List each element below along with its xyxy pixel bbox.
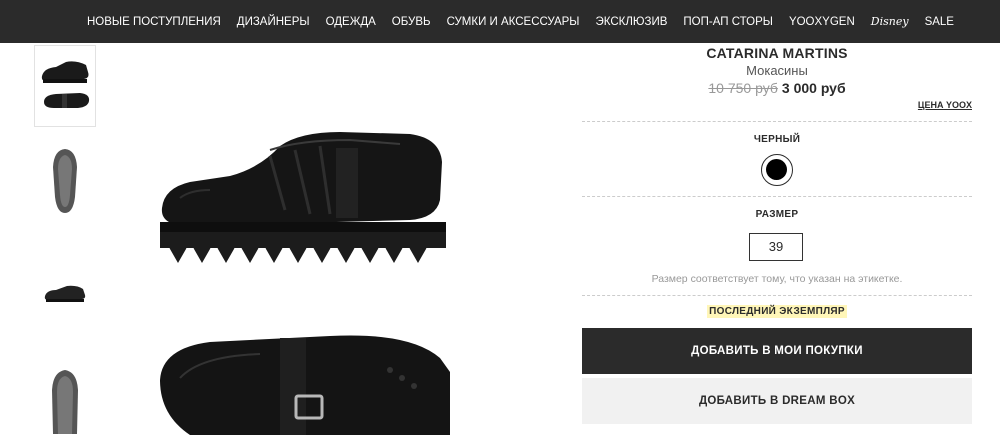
price-block: 10 750 руб 3 000 руб [582, 80, 972, 96]
stock-note-text: ПОСЛЕДНИЙ ЭКЗЕМПЛЯР [707, 305, 847, 318]
size-note: Размер соответствует тому, что указан на… [651, 273, 903, 285]
product-category: Мокасины [746, 63, 808, 78]
nav-item-popup-stores[interactable]: ПОП-АП СТОРЫ [683, 16, 773, 28]
shoe-sole-thumbnail-image [53, 149, 77, 213]
color-swatch-fill [766, 159, 787, 180]
nav-item-yooxygen[interactable]: YOOXYGEN [789, 16, 855, 28]
color-swatch-black[interactable] [761, 154, 793, 186]
nav-item-sale[interactable]: SALE [925, 16, 954, 28]
nav-item-exclusive[interactable]: ЭКСКЛЮЗИВ [596, 16, 668, 28]
product-main-image[interactable] [150, 110, 450, 435]
stock-note: ПОСЛЕДНИЙ ЭКЗЕМПЛЯР [582, 305, 972, 318]
nav-item-clothing[interactable]: ОДЕЖДА [326, 16, 376, 28]
size-selector[interactable]: 39 [749, 233, 803, 261]
thumbnail-sole-partial[interactable] [34, 361, 96, 435]
size-label: РАЗМЕР [755, 209, 799, 220]
thumbnail-side-small[interactable] [34, 268, 96, 318]
shoe-sole-partial-thumbnail-image [52, 369, 78, 434]
sale-price: 3 000 руб [781, 80, 846, 96]
shoe-side-thumbnail-image [44, 285, 86, 302]
divider [582, 121, 972, 122]
yoox-price-link[interactable]: ЦЕНА YOOX [918, 100, 972, 110]
add-to-dreambox-button[interactable]: ДОБАВИТЬ В DREAM BOX [582, 378, 972, 424]
nav-item-disney-logo[interactable]: Disney [871, 15, 909, 28]
nav-item-shoes[interactable]: ОБУВЬ [392, 16, 431, 28]
thumbnail-side-and-top[interactable] [34, 45, 96, 127]
shoe-thumbnail-image [41, 61, 90, 108]
shoe-photo [160, 132, 450, 435]
nav-item-new-arrivals[interactable]: НОВЫЕ ПОСТУПЛЕНИЯ [87, 16, 221, 28]
nav-item-designers[interactable]: ДИЗАЙНЕРЫ [237, 16, 310, 28]
old-price: 10 750 руб [708, 80, 778, 96]
nav-item-bags-accessories[interactable]: СУМКИ И АКСЕССУАРЫ [447, 16, 580, 28]
nav-menu: НОВЫЕ ПОСТУПЛЕНИЯ ДИЗАЙНЕРЫ ОДЕЖДА ОБУВЬ… [0, 0, 1000, 43]
add-to-cart-button[interactable]: ДОБАВИТЬ В МОИ ПОКУПКИ [582, 328, 972, 374]
thumbnail-sole[interactable] [34, 141, 96, 221]
top-navigation: НОВЫЕ ПОСТУПЛЕНИЯ ДИЗАЙНЕРЫ ОДЕЖДА ОБУВЬ… [0, 0, 1000, 43]
divider [582, 196, 972, 197]
divider [582, 295, 972, 296]
product-brand[interactable]: CATARINA MARTINS [582, 45, 972, 61]
color-label: ЧЕРНЫЙ [753, 134, 801, 145]
